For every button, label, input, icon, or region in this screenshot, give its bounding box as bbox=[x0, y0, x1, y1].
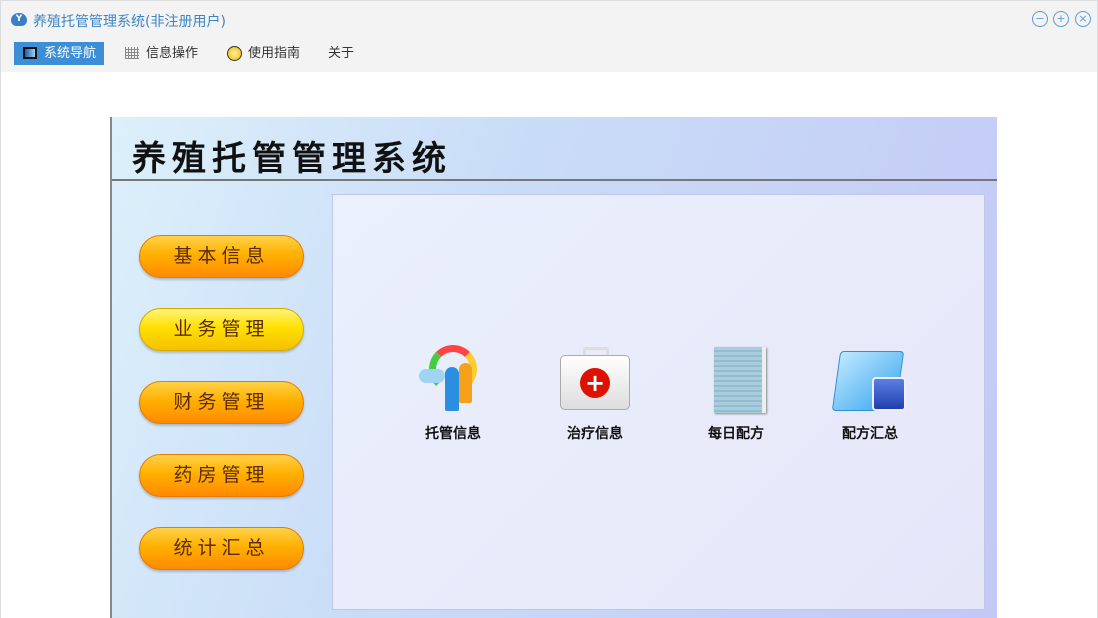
tile-custody-info[interactable]: 托管信息 bbox=[403, 345, 503, 443]
menu-label: 使用指南 bbox=[248, 46, 301, 61]
header-divider bbox=[112, 179, 997, 181]
nav-finance-button[interactable]: 财务管理 bbox=[139, 381, 304, 424]
tile-label: 治疗信息 bbox=[567, 426, 623, 442]
tile-formula-summary[interactable]: 配方汇总 bbox=[820, 345, 920, 443]
maximize-icon[interactable]: + bbox=[1053, 11, 1069, 27]
tile-treatment-info[interactable]: + 治疗信息 bbox=[545, 345, 645, 443]
tiles-area: 托管信息 + 治疗信息 每日配方 配方汇总 bbox=[332, 194, 985, 610]
grid-icon bbox=[125, 47, 139, 59]
menu-label: 信息操作 bbox=[146, 46, 199, 61]
menu-label: 关于 bbox=[328, 46, 355, 61]
nav-statistics-button[interactable]: 统计汇总 bbox=[139, 527, 304, 570]
tile-label: 每日配方 bbox=[708, 426, 764, 442]
nav-basic-info-button[interactable]: 基本信息 bbox=[139, 235, 304, 278]
menu-user-guide[interactable]: 使用指南 bbox=[218, 42, 308, 65]
help-icon bbox=[227, 46, 242, 61]
panel-title: 养殖托管管理系统 bbox=[132, 139, 452, 179]
menu-bar: 系统导航 信息操作 使用指南 关于 bbox=[0, 38, 1098, 72]
nav-business-button[interactable]: 业务管理 bbox=[139, 308, 304, 351]
folder-icon bbox=[831, 345, 906, 415]
first-aid-kit-icon: + bbox=[559, 345, 631, 415]
document-icon bbox=[700, 345, 772, 415]
menu-info-ops[interactable]: 信息操作 bbox=[116, 42, 206, 65]
minimize-icon[interactable]: − bbox=[1032, 11, 1048, 27]
monitor-icon bbox=[23, 47, 37, 59]
nav-pharmacy-button[interactable]: 药房管理 bbox=[139, 454, 304, 497]
window-title: 养殖托管管理系统(非注册用户) bbox=[33, 14, 226, 30]
tile-label: 托管信息 bbox=[425, 426, 481, 442]
tile-daily-formula[interactable]: 每日配方 bbox=[686, 345, 786, 443]
menu-system-nav[interactable]: 系统导航 bbox=[14, 42, 105, 65]
menu-about[interactable]: 关于 bbox=[298, 42, 362, 65]
close-icon[interactable]: × bbox=[1075, 11, 1091, 27]
app-logo-icon: Y bbox=[11, 13, 27, 26]
title-bar: Y 养殖托管管理系统(非注册用户) − + × bbox=[0, 0, 1098, 38]
menu-label: 系统导航 bbox=[44, 46, 97, 61]
main-panel: 养殖托管管理系统 基本信息 业务管理 财务管理 药房管理 统计汇总 托管信息 +… bbox=[110, 117, 997, 618]
tile-label: 配方汇总 bbox=[842, 426, 898, 442]
people-rainbow-icon bbox=[417, 345, 489, 415]
